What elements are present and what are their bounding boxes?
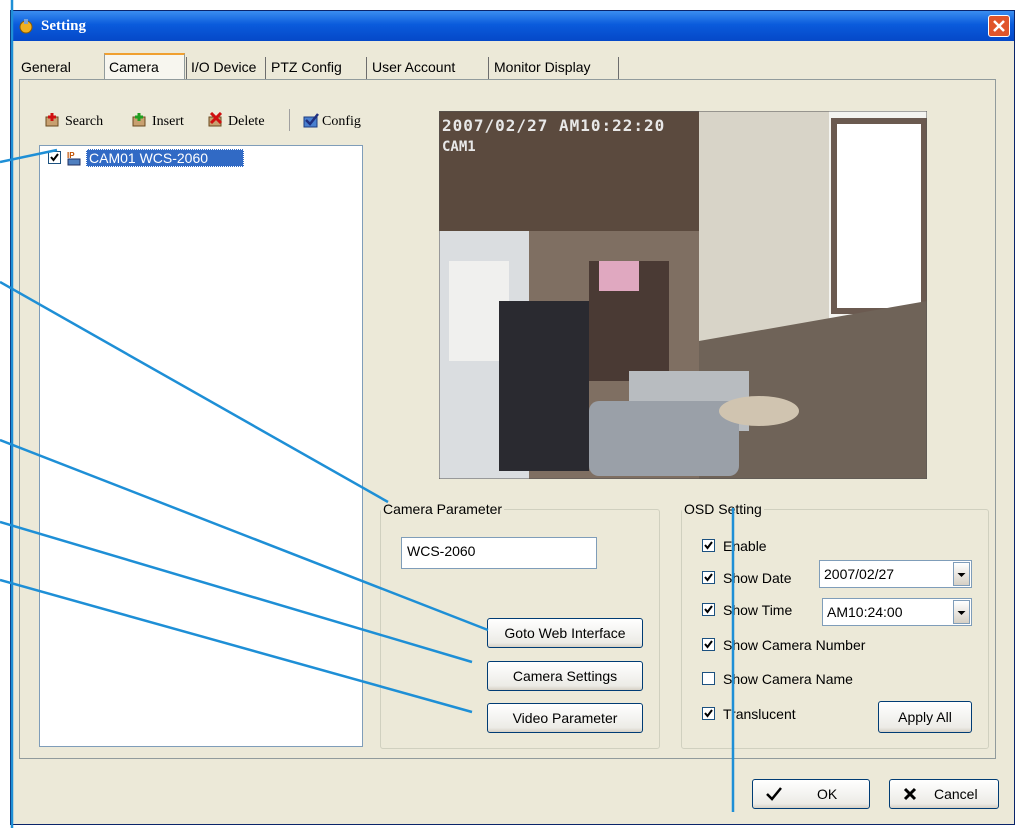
tab-monitor-display[interactable]: Monitor Display [494,59,590,75]
tab-io-device[interactable]: I/O Device [191,59,256,75]
tab-ptz-config[interactable]: PTZ Config [271,59,342,75]
checkmark-icon [766,787,782,801]
show-time-label: Show Time [723,602,793,618]
tab-separator [366,57,367,79]
translucent-checkbox[interactable] [702,707,715,720]
time-format-select[interactable]: AM10:24:00 [822,598,972,626]
tree-item-label: CAM01 WCS-2060 [89,150,209,166]
tree-item-checkbox[interactable] [48,151,61,164]
video-parameter-button[interactable]: Video Parameter [487,703,643,733]
tab-separator [265,57,266,79]
enable-checkbox[interactable] [702,539,715,552]
date-format-select[interactable]: 2007/02/27 [819,560,972,588]
delete-button[interactable]: Delete [228,114,265,130]
show-date-label: Show Date [723,570,792,586]
osd-setting-legend: OSD Setting [684,501,762,517]
cancel-label: Cancel [934,786,978,802]
setting-window: Setting General Camera I/O Device PTZ Co… [10,10,1015,825]
cancel-button[interactable]: Cancel [889,779,999,809]
tab-separator [488,57,489,79]
show-camera-number-label: Show Camera Number [723,637,866,653]
checkmark-icon [50,153,59,162]
close-icon [993,20,1005,32]
chevron-down-icon [957,573,966,577]
tree-item-selection[interactable]: CAM01 WCS-2060 [86,149,244,167]
goto-web-interface-button[interactable]: Goto Web Interface [487,618,643,648]
camera-name-field[interactable]: WCS-2060 [401,537,597,569]
close-icon [903,787,917,801]
dropdown-arrow[interactable] [953,562,970,586]
window-title: Setting [41,18,86,34]
show-date-checkbox[interactable] [702,571,715,584]
camera-preview-image [439,111,927,479]
camera-tree[interactable] [39,145,363,747]
chevron-down-icon [957,611,966,615]
translucent-label: Translucent [723,706,796,722]
show-camera-number-checkbox[interactable] [702,638,715,651]
tab-separator [186,57,187,79]
camera-preview: 2007/02/27 AM10:22:20 CAM1 [439,111,927,479]
checkmark-icon [704,573,713,582]
close-button[interactable] [988,15,1010,37]
checkmark-icon [704,640,713,649]
preview-osd-camera: CAM1 [442,139,476,155]
show-camera-name-label: Show Camera Name [723,671,853,687]
ok-button[interactable]: OK [752,779,870,809]
show-time-checkbox[interactable] [702,603,715,616]
search-icon[interactable] [44,112,62,128]
tab-camera[interactable]: Camera [109,59,159,75]
tab-user-account[interactable]: User Account [372,59,455,75]
app-icon [19,19,33,34]
preview-osd-datetime: 2007/02/27 AM10:22:20 [442,116,666,135]
title-bar[interactable]: Setting [11,11,1014,41]
camera-settings-button[interactable]: Camera Settings [487,661,643,691]
checkmark-icon [704,709,713,718]
apply-all-button[interactable]: Apply All [878,701,972,733]
camera-parameter-legend: Camera Parameter [383,501,503,517]
tab-separator [618,57,619,79]
checkmark-icon [704,541,713,550]
toolbar-separator [289,109,290,131]
insert-button[interactable]: Insert [152,114,184,130]
ip-camera-icon: IP [67,151,81,166]
insert-icon[interactable] [131,112,149,128]
enable-label: Enable [723,538,767,554]
ok-label: OK [817,786,838,802]
time-format-value: AM10:24:00 [827,604,903,620]
checkmark-icon [704,605,713,614]
config-button[interactable]: Config [322,114,361,130]
show-camera-name-checkbox[interactable] [702,672,715,685]
delete-icon[interactable] [207,112,225,128]
tab-general[interactable]: General [21,59,71,75]
dropdown-arrow[interactable] [953,600,970,624]
date-format-value: 2007/02/27 [824,566,895,582]
config-icon[interactable] [302,112,320,128]
search-button[interactable]: Search [65,114,103,130]
